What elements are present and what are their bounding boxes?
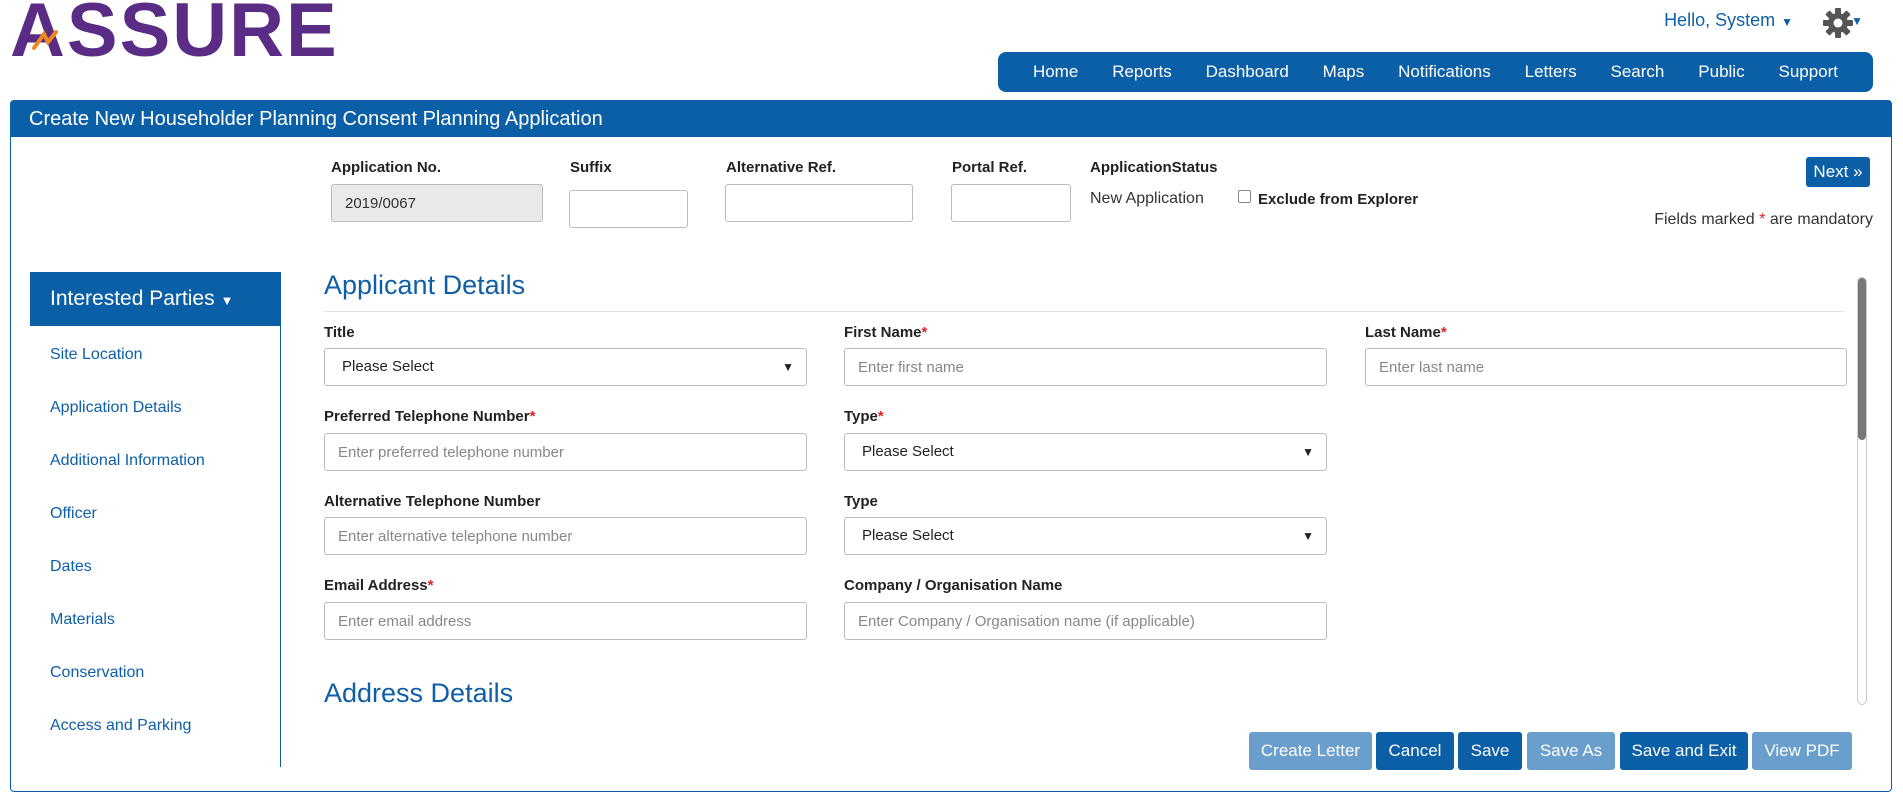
alternative-ref-input[interactable] (725, 184, 913, 222)
caret-down-icon: ▼ (220, 293, 234, 308)
nav-reports[interactable]: Reports (1112, 62, 1172, 82)
section-divider (324, 311, 1844, 312)
suffix-input[interactable] (569, 190, 688, 228)
top-navigation: Home Reports Dashboard Maps Notification… (998, 52, 1873, 92)
sidebar-item-site-location[interactable]: Site Location (50, 346, 143, 364)
nav-notifications[interactable]: Notifications (1398, 62, 1491, 82)
mandatory-note: Fields marked * are mandatory (1654, 211, 1873, 229)
nav-public[interactable]: Public (1698, 62, 1744, 82)
nav-letters[interactable]: Letters (1525, 62, 1577, 82)
title-label: Title (324, 324, 355, 341)
triangle-down-icon: ▼ (1302, 529, 1314, 543)
sidebar-item-application-details[interactable]: Application Details (50, 399, 182, 417)
save-and-exit-button[interactable]: Save and Exit (1620, 732, 1748, 770)
view-pdf-button[interactable]: View PDF (1752, 732, 1852, 770)
panel-title: Create New Householder Planning Consent … (11, 101, 1891, 137)
mandatory-prefix: Fields marked (1654, 211, 1755, 228)
application-no-label: Application No. (331, 159, 441, 176)
mandatory-suffix: are mandatory (1769, 211, 1873, 228)
application-status-value: New Application (1090, 190, 1204, 207)
required-star: * (1759, 211, 1766, 228)
type-label-alternative: Type (844, 493, 878, 510)
alternative-telephone-type-select[interactable]: Please Select ▼ (844, 517, 1327, 555)
suffix-label: Suffix (570, 159, 612, 176)
nav-dashboard[interactable]: Dashboard (1206, 62, 1289, 82)
preferred-telephone-type-select[interactable]: Please Select ▼ (844, 433, 1327, 471)
sidebar-item-additional-information[interactable]: Additional Information (50, 452, 205, 470)
sidebar-divider (280, 272, 281, 767)
app-logo: ASSURE (10, 0, 337, 70)
user-menu[interactable]: Hello, System ▼ (1664, 10, 1793, 31)
title-select-value: Please Select (342, 358, 434, 375)
portal-ref-input[interactable] (951, 184, 1071, 222)
sidebar-header-label: Interested Parties (50, 287, 215, 310)
email-address-label: Email Address* (324, 577, 434, 594)
cancel-button[interactable]: Cancel (1376, 732, 1454, 770)
preferred-telephone-label: Preferred Telephone Number* (324, 408, 536, 425)
sidebar-header-interested-parties[interactable]: Interested Parties ▼ (30, 272, 280, 326)
user-greeting: Hello, System (1664, 10, 1776, 30)
preferred-telephone-input[interactable] (324, 433, 807, 471)
form-scrollbar-thumb[interactable] (1858, 278, 1866, 440)
nav-search[interactable]: Search (1611, 62, 1665, 82)
address-details-heading: Address Details (324, 678, 514, 708)
sidebar-item-conservation[interactable]: Conservation (50, 664, 144, 682)
email-address-input[interactable] (324, 602, 807, 640)
caret-down-icon: ▼ (1781, 15, 1793, 29)
exclude-from-explorer-checkbox[interactable] (1238, 190, 1251, 203)
sidebar-item-officer[interactable]: Officer (50, 505, 97, 523)
last-name-input[interactable] (1365, 348, 1847, 386)
type-select-value: Please Select (862, 443, 954, 460)
triangle-down-icon: ▼ (782, 360, 794, 374)
company-name-label: Company / Organisation Name (844, 577, 1063, 594)
gear-icon[interactable] (1821, 6, 1855, 40)
company-name-input[interactable] (844, 602, 1327, 640)
portal-ref-label: Portal Ref. (952, 159, 1028, 176)
triangle-down-icon: ▼ (1302, 445, 1314, 459)
save-button[interactable]: Save (1458, 732, 1522, 770)
logo-swoosh-icon (32, 30, 58, 50)
first-name-input[interactable] (844, 348, 1327, 386)
type-label-preferred: Type* (844, 408, 884, 425)
sidebar-item-access-and-parking[interactable]: Access and Parking (50, 717, 191, 735)
type-select-value: Please Select (862, 527, 954, 544)
save-as-button[interactable]: Save As (1527, 732, 1615, 770)
alternative-telephone-input[interactable] (324, 517, 807, 555)
next-button[interactable]: Next » (1806, 157, 1870, 187)
sidebar-item-dates[interactable]: Dates (50, 558, 92, 576)
exclude-from-explorer-label: Exclude from Explorer (1258, 191, 1419, 208)
sidebar-item-materials[interactable]: Materials (50, 611, 115, 629)
application-no-field[interactable] (331, 184, 543, 222)
nav-home[interactable]: Home (1033, 62, 1078, 82)
first-name-label: First Name* (844, 324, 928, 341)
title-select[interactable]: Please Select ▼ (324, 348, 807, 386)
settings-caret-down-icon[interactable]: ▼ (1851, 14, 1863, 28)
create-letter-button[interactable]: Create Letter (1249, 732, 1372, 770)
alternative-ref-label: Alternative Ref. (726, 159, 837, 176)
application-status-label: ApplicationStatus (1090, 159, 1218, 176)
nav-maps[interactable]: Maps (1323, 62, 1365, 82)
last-name-label: Last Name* (1365, 324, 1447, 341)
nav-support[interactable]: Support (1778, 62, 1838, 82)
alternative-telephone-label: Alternative Telephone Number (324, 493, 541, 510)
applicant-details-heading: Applicant Details (324, 270, 526, 300)
